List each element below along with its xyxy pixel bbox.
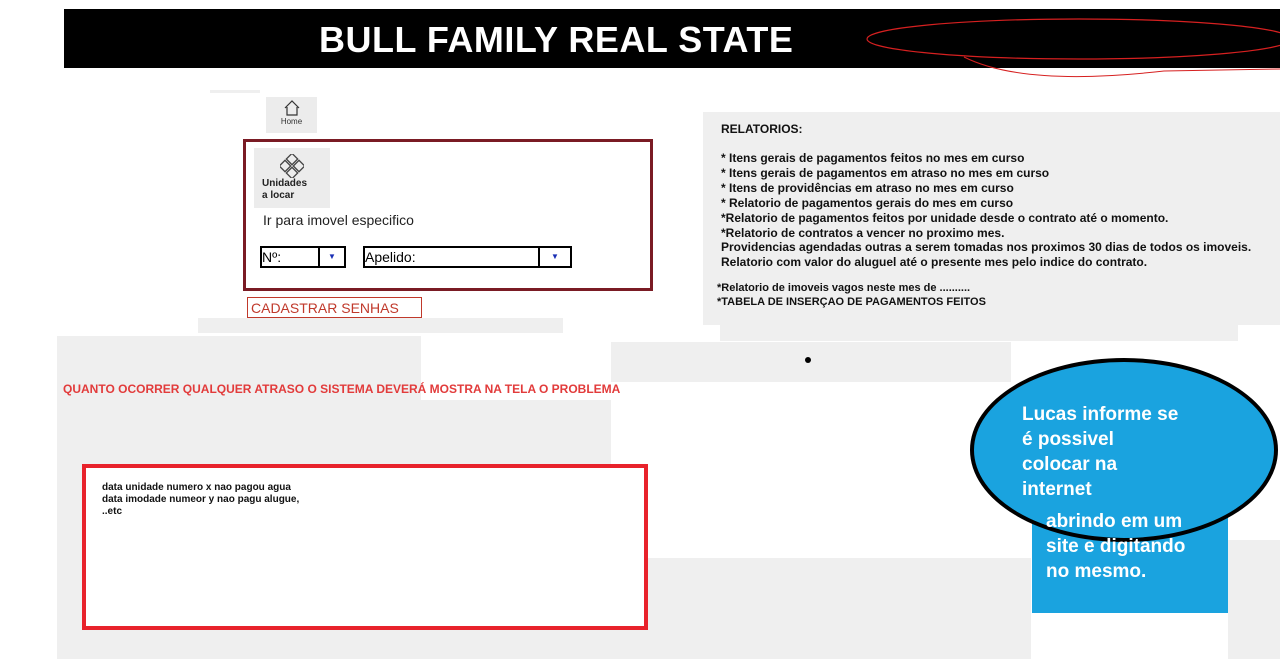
- bubble-line: site e digitando: [1046, 536, 1186, 557]
- right-gray-block: [1228, 540, 1280, 659]
- red-oval-annotation: [866, 18, 1280, 78]
- home-icon: [284, 100, 299, 116]
- report-link[interactable]: Providencias agendadas outras a serem to…: [721, 240, 1251, 254]
- report-link[interactable]: * Itens gerais de pagamentos em atraso n…: [721, 166, 1049, 180]
- unidades-label-2: a locar: [262, 190, 295, 201]
- apelido-select[interactable]: Apelido: ▼: [363, 246, 572, 268]
- unidades-label-1: Unidades: [262, 178, 308, 189]
- problem-line: ..etc: [102, 506, 123, 517]
- dot-mark: [805, 357, 811, 363]
- home-label: Home: [280, 117, 303, 126]
- bottom-gray-block: [611, 558, 1031, 659]
- problem-box: data unidade numero x nao pagou agua dat…: [82, 464, 648, 630]
- header-bar: BULL FAMILY REAL STATE: [64, 9, 1280, 78]
- bubble-line: Lucas informe se: [1022, 404, 1179, 425]
- problem-line: data imodade numeor y nao pagu alugue,: [102, 494, 300, 505]
- report-link[interactable]: * Relatorio de pagamentos gerais do mes …: [721, 196, 1013, 210]
- report-link[interactable]: *Relatorio de pagamentos feitos por unid…: [721, 211, 1168, 225]
- report-link[interactable]: *Relatorio de imoveis vagos neste mes de…: [717, 282, 970, 294]
- chevron-down-icon[interactable]: ▼: [538, 248, 570, 266]
- problem-line: data unidade numero x nao pagou agua: [102, 482, 291, 493]
- report-link[interactable]: *Relatorio de contratos a vencer no prox…: [721, 226, 1004, 240]
- mid-gray-bar: [611, 342, 1011, 382]
- relatorios-title: RELATORIOS:: [721, 122, 803, 136]
- bubble-line: abrindo em um: [1046, 511, 1183, 532]
- goto-label: Ir para imovel especifico: [263, 212, 414, 228]
- decor-block: [198, 318, 563, 333]
- decor-line: [210, 90, 260, 93]
- bubble-line: colocar na: [1022, 454, 1118, 475]
- bubble-line: é possivel: [1022, 429, 1114, 450]
- report-link[interactable]: Relatorio com valor do aluguel até o pre…: [721, 255, 1147, 269]
- chevron-down-icon[interactable]: ▼: [318, 248, 344, 266]
- home-button[interactable]: Home: [266, 97, 317, 133]
- unidades-button[interactable]: Unidades a locar: [254, 148, 330, 208]
- numero-label: Nº:: [262, 249, 282, 265]
- report-link[interactable]: * Itens de providências em atraso no mes…: [721, 181, 1014, 195]
- report-link[interactable]: * Itens gerais de pagamentos feitos no m…: [721, 151, 1024, 165]
- relatorios-panel: RELATORIOS: * Itens gerais de pagamentos…: [703, 112, 1280, 325]
- report-link[interactable]: *TABELA DE INSERÇAO DE PAGAMENTOS FEITOS: [717, 296, 986, 308]
- alert-message: QUANTO OCORRER QUALQUER ATRASO O SISTEMA…: [63, 382, 621, 396]
- cadastrar-senhas-button[interactable]: CADASTRAR SENHAS: [247, 297, 422, 318]
- bubble-line: no mesmo.: [1046, 561, 1147, 582]
- grid-diamond-icon: [280, 154, 304, 178]
- property-panel: Unidades a locar Ir para imovel especifi…: [243, 139, 653, 291]
- relatorios-panel-bottom: [720, 325, 1238, 341]
- apelido-label: Apelido:: [365, 249, 416, 265]
- bubble-line: internet: [1022, 479, 1092, 500]
- numero-select[interactable]: Nº: ▼: [260, 246, 346, 268]
